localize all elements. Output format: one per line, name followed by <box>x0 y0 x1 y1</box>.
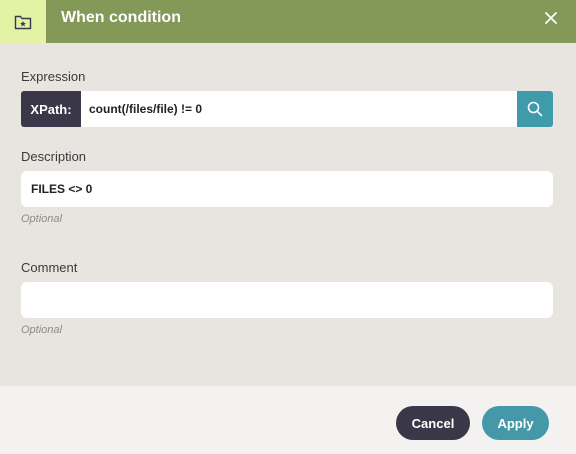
expression-input[interactable] <box>81 91 517 127</box>
xpath-prefix: XPath: <box>21 91 81 127</box>
expression-label: Expression <box>21 69 86 84</box>
dialog-title: When condition <box>61 9 181 26</box>
dialog-header: When condition <box>0 0 576 43</box>
apply-button[interactable]: Apply <box>482 406 549 440</box>
dialog-footer: Cancel Apply <box>0 386 576 454</box>
comment-label: Comment <box>21 260 78 275</box>
dialog-body: Expression XPath: Description Optional C… <box>0 43 576 386</box>
close-icon <box>545 12 557 24</box>
comment-helper: Optional <box>21 324 62 336</box>
description-helper: Optional <box>21 213 62 225</box>
expression-search-button[interactable] <box>517 91 553 127</box>
search-icon <box>527 101 543 117</box>
description-input[interactable] <box>21 171 553 207</box>
description-label: Description <box>21 149 87 164</box>
comment-input[interactable] <box>21 282 553 318</box>
folder-star-icon <box>0 0 46 43</box>
close-button[interactable] <box>540 7 562 29</box>
expression-field: XPath: <box>21 91 553 127</box>
cancel-button[interactable]: Cancel <box>396 406 470 440</box>
